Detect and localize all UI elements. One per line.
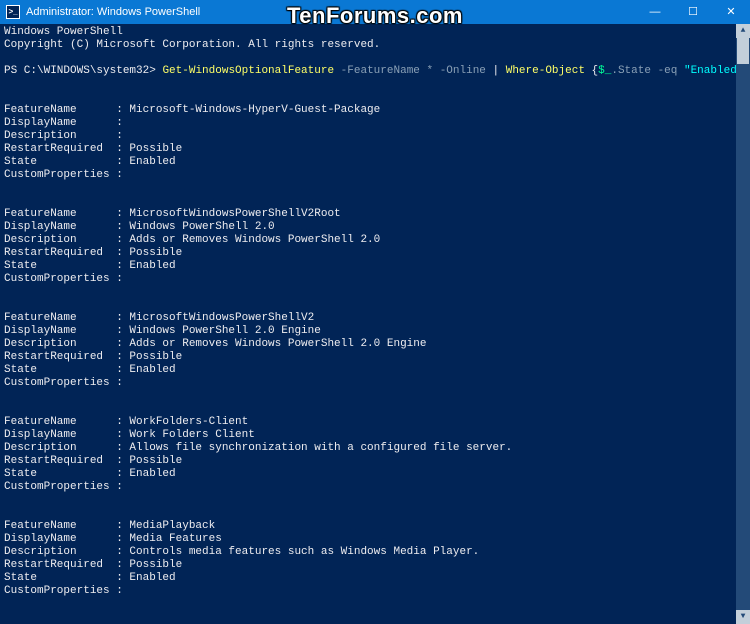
powershell-window: >_ Administrator: Windows PowerShell — ☐… <box>0 0 750 624</box>
scroll-thumb[interactable] <box>737 38 749 64</box>
minimize-button[interactable]: — <box>636 0 674 24</box>
scroll-down-arrow[interactable]: ▼ <box>736 610 750 624</box>
window-controls: — ☐ ✕ <box>636 0 750 24</box>
scroll-up-arrow[interactable]: ▲ <box>736 24 750 38</box>
powershell-icon: >_ <box>6 5 20 19</box>
vertical-scrollbar[interactable]: ▲ ▼ <box>736 24 750 624</box>
window-title: Administrator: Windows PowerShell <box>26 6 200 18</box>
titlebar[interactable]: >_ Administrator: Windows PowerShell — ☐… <box>0 0 750 24</box>
terminal-output[interactable]: Windows PowerShell Copyright (C) Microso… <box>0 24 736 624</box>
maximize-button[interactable]: ☐ <box>674 0 712 24</box>
close-button[interactable]: ✕ <box>712 0 750 24</box>
